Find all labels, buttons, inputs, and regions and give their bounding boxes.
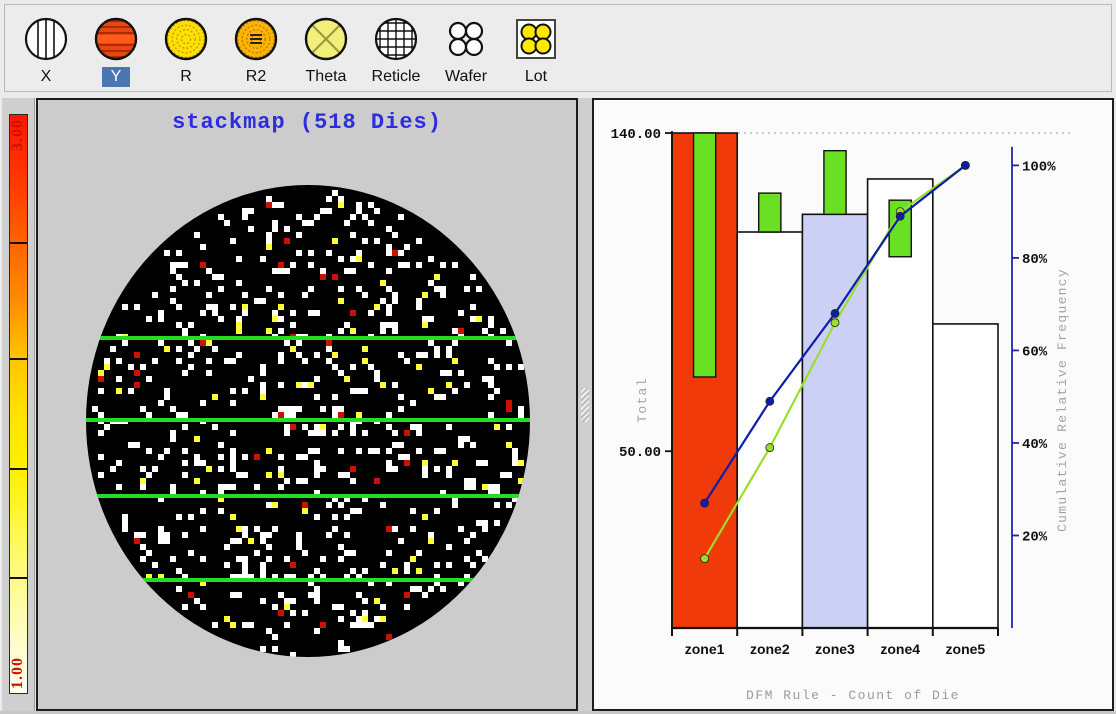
inner-bar-zone1: [692, 132, 717, 378]
x-tick-label-zone4: zone4: [880, 641, 920, 657]
x-tick-label-zone5: zone5: [946, 641, 986, 657]
pareto-chart-panel[interactable]: 140.00 50.00 100% 80% 60% 40% 20% zone1 zone2 zon…: [592, 98, 1114, 711]
bar-zone3: [801, 213, 869, 629]
wafer-map-canvas[interactable]: [62, 148, 554, 694]
color-scale-panel: 3.00 1.00: [2, 98, 35, 711]
mode-toolbar-items: X Y R R2 Theta Reticle Wafer Lot: [13, 11, 573, 87]
bar-zone5: [931, 323, 999, 629]
application-window: X Y R R2 Theta Reticle Wafer Lot 3.00 1.00 stac…: [0, 0, 1116, 714]
wafer-map-panel[interactable]: stackmap (518 Dies): [36, 98, 578, 711]
y2-tick-label: 60%: [1022, 344, 1048, 360]
wafer-grid-icon[interactable]: [372, 11, 420, 67]
color-scale-max-label: 3.00: [9, 119, 26, 151]
y-tick-label: 50.00: [619, 445, 661, 461]
wafer-map-title: stackmap (518 Dies): [172, 110, 442, 135]
inner-bar-zone3: [823, 149, 847, 216]
wafer-map-svg: [62, 148, 554, 694]
x-tick-label-zone3: zone3: [815, 641, 855, 657]
chart-x-axis-title: DFM Rule - Count of Die: [746, 688, 960, 703]
mode-label-reticle[interactable]: Reticle: [363, 67, 430, 87]
mode-label-y[interactable]: Y: [101, 67, 131, 87]
x-tick-label-zone2: zone2: [750, 641, 790, 657]
color-scale-gradient: 3.00 1.00: [9, 114, 28, 694]
mode-button-lot[interactable]: Lot: [503, 11, 569, 87]
y2-tick-label: 20%: [1022, 529, 1048, 545]
mode-toolbar: X Y R R2 Theta Reticle Wafer Lot: [4, 4, 1112, 92]
panel-splitter[interactable]: [578, 98, 592, 711]
x-tick-label-zone1: zone1: [685, 641, 725, 657]
mode-button-theta[interactable]: Theta: [293, 11, 359, 87]
mode-label-x[interactable]: X: [32, 67, 61, 87]
color-scale-min-label: 1.00: [9, 657, 26, 689]
lot-four-yellow-circles-icon[interactable]: [512, 11, 560, 67]
mode-button-r[interactable]: R: [153, 11, 219, 87]
wafer-theta-cross-icon[interactable]: [302, 11, 350, 67]
y2-tick-label: 40%: [1022, 437, 1048, 453]
y2-tick-label: 80%: [1022, 252, 1048, 268]
bar-zone2: [736, 231, 804, 629]
pareto-chart-svg: 140.00 50.00 100% 80% 60% 40% 20% zone1 zone2 zon…: [594, 100, 1112, 709]
mode-button-x[interactable]: X: [13, 11, 79, 87]
mode-label-theta[interactable]: Theta: [297, 67, 356, 87]
y-tick-label: 140.00: [611, 127, 661, 143]
mode-button-wafer[interactable]: Wafer: [433, 11, 499, 87]
mode-label-r[interactable]: R: [171, 67, 201, 87]
wafer-radial2-orange-icon[interactable]: [232, 11, 280, 67]
chart-y-axis-title: Total: [635, 377, 650, 423]
mode-button-r2[interactable]: R2: [223, 11, 289, 87]
mode-button-y[interactable]: Y: [83, 11, 149, 87]
four-circles-icon[interactable]: [442, 11, 490, 67]
chart-y2-axis-title: Cumulative Relative Frequency: [1055, 268, 1070, 532]
mode-label-wafer[interactable]: Wafer: [436, 67, 496, 87]
mode-label-r2[interactable]: R2: [237, 67, 275, 87]
wafer-horizontal-stripes-red-icon[interactable]: [92, 11, 140, 67]
splitter-grip-icon[interactable]: [581, 388, 589, 422]
y2-tick-label: 100%: [1022, 159, 1056, 175]
mode-button-reticle[interactable]: Reticle: [363, 11, 429, 87]
wafer-radial-yellow-icon[interactable]: [162, 11, 210, 67]
mode-label-lot[interactable]: Lot: [516, 67, 556, 87]
wafer-vertical-stripes-icon[interactable]: [22, 11, 70, 67]
inner-bar-zone2: [758, 192, 782, 233]
